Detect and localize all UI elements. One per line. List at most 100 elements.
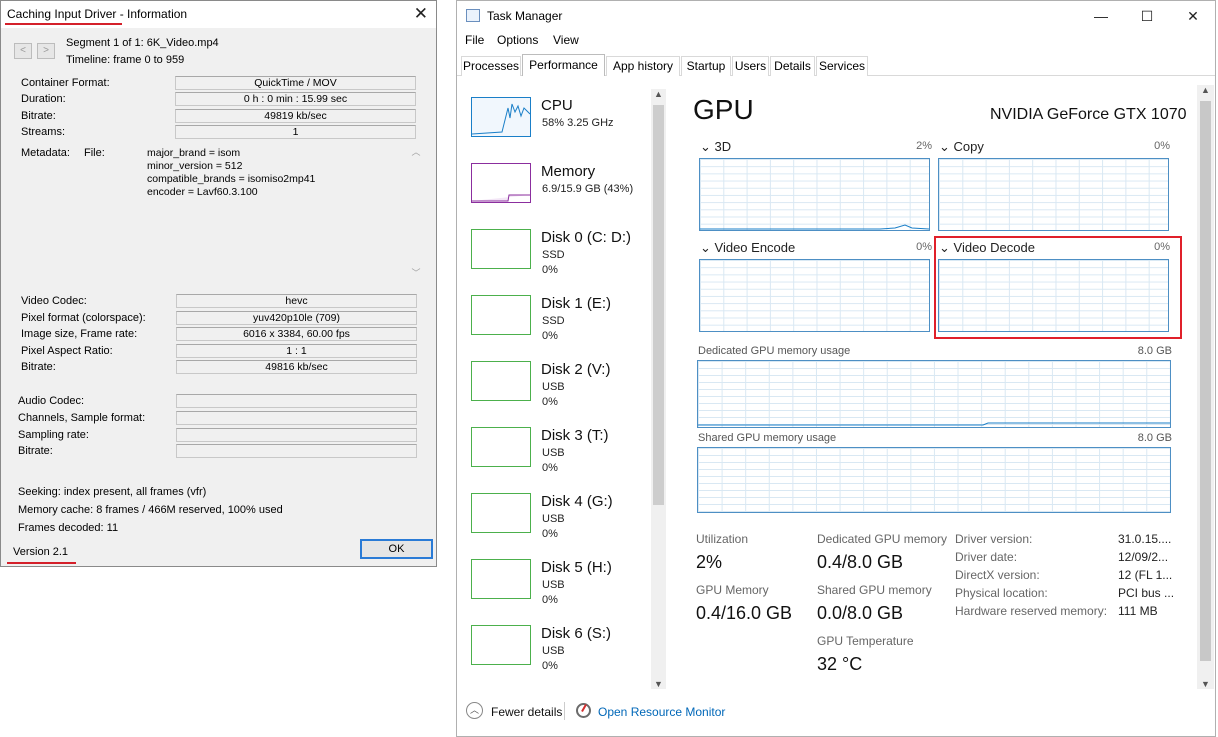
metadata-scrollbar[interactable]: ︿ ﹀ bbox=[409, 145, 423, 279]
video-label: Pixel format (colorspace): bbox=[21, 311, 146, 324]
frames-decoded-text: Frames decoded: 11 bbox=[18, 522, 119, 534]
sidebar-item-name: Disk 1 (E:) bbox=[541, 295, 612, 312]
sidebar-item[interactable]: Disk 3 (T:) USB 0% bbox=[471, 427, 661, 489]
info-key: DirectX version: bbox=[955, 568, 1040, 582]
version-text: Version 2.1 bbox=[13, 546, 69, 558]
scroll-down-icon[interactable]: ▼ bbox=[1197, 679, 1214, 689]
sidebar-item-sub2: 0% bbox=[542, 594, 558, 606]
sidebar-thumbnail bbox=[471, 625, 531, 665]
tab-services[interactable]: Services bbox=[816, 56, 868, 76]
menu-file[interactable]: File bbox=[465, 33, 484, 47]
close-icon[interactable]: ✕ bbox=[1170, 5, 1216, 27]
open-resource-monitor-link[interactable]: Open Resource Monitor bbox=[598, 705, 725, 719]
info-key: Physical location: bbox=[955, 586, 1048, 600]
video-label: Image size, Frame rate: bbox=[21, 328, 138, 340]
video-value: 6016 x 3384, 60.00 fps bbox=[176, 327, 417, 341]
audio-value bbox=[176, 444, 417, 459]
dedicated-label: Dedicated GPU memory bbox=[817, 532, 948, 546]
tab-startup[interactable]: Startup bbox=[681, 56, 731, 76]
shared-value: 0.0/8.0 GB bbox=[817, 603, 904, 623]
sidebar-item-name: Disk 4 (G:) bbox=[541, 493, 613, 510]
shared-mem-max: 8.0 GB bbox=[1137, 432, 1172, 444]
engine-3d-label[interactable]: ⌄ 3D bbox=[700, 139, 731, 155]
scroll-up-icon[interactable]: ︿ bbox=[409, 145, 423, 158]
sidebar-thumbnail bbox=[471, 493, 531, 533]
engine-3d-trace bbox=[700, 224, 929, 230]
sidebar-item[interactable]: Memory 6.9/15.9 GB (43%) bbox=[471, 163, 661, 225]
engine-copy-label[interactable]: ⌄ Copy bbox=[939, 139, 984, 155]
container-value: 49819 kb/sec bbox=[175, 108, 416, 123]
sidebar-item[interactable]: Disk 5 (H:) USB 0% bbox=[471, 559, 661, 621]
chevron-up-icon[interactable]: ︿ bbox=[466, 702, 483, 719]
metadata-line: minor_version = 512 bbox=[147, 160, 243, 172]
metadata-label: Metadata: bbox=[21, 147, 70, 159]
dialog-close-icon[interactable]: ✕ bbox=[414, 4, 428, 24]
video-value: hevc bbox=[176, 294, 417, 308]
sidebar-item-sub2: 0% bbox=[542, 660, 558, 672]
sidebar-item-name: Disk 2 (V:) bbox=[541, 361, 611, 378]
menu-options[interactable]: Options bbox=[497, 33, 538, 47]
container-value: QuickTime / MOV bbox=[175, 76, 416, 90]
sidebar-item-sub1: USB bbox=[542, 645, 565, 657]
audio-label: Audio Codec: bbox=[18, 395, 85, 407]
engine-3d-graph bbox=[699, 158, 930, 231]
sidebar-thumbnail bbox=[471, 229, 531, 269]
tab-details[interactable]: Details bbox=[770, 56, 815, 76]
scroll-up-icon[interactable]: ▲ bbox=[1197, 85, 1214, 95]
info-value: 31.0.15.... bbox=[1118, 532, 1172, 546]
engine-copy-graph bbox=[938, 158, 1169, 231]
tab-users[interactable]: Users bbox=[732, 56, 769, 76]
info-value: 12 (FL 1... bbox=[1118, 568, 1173, 582]
sidebar-item[interactable]: Disk 1 (E:) SSD 0% bbox=[471, 295, 661, 357]
sidebar-item[interactable]: Disk 6 (S:) USB 0% bbox=[471, 625, 661, 687]
video-value: yuv420p10le (709) bbox=[176, 310, 417, 325]
video-value: 1 : 1 bbox=[176, 343, 417, 358]
info-value: 111 MB bbox=[1118, 604, 1158, 618]
sidebar-item-name: Disk 6 (S:) bbox=[541, 625, 612, 642]
tab-app-history[interactable]: App history bbox=[606, 56, 680, 76]
sidebar-item[interactable]: Disk 4 (G:) USB 0% bbox=[471, 493, 661, 555]
info-key: Driver date: bbox=[955, 550, 1018, 564]
minimize-icon[interactable]: — bbox=[1078, 5, 1124, 27]
engine-copy-pct: 0% bbox=[1154, 140, 1170, 152]
scroll-down-icon[interactable]: ﹀ bbox=[409, 266, 423, 279]
engine-encode-label[interactable]: ⌄ Video Encode bbox=[700, 240, 795, 256]
sidebar-item[interactable]: CPU 58% 3.25 GHz bbox=[471, 97, 661, 159]
tab-processes[interactable]: Processes bbox=[461, 56, 521, 76]
sidebar-scroll-thumb[interactable] bbox=[653, 105, 664, 505]
container-label: Container Format: bbox=[21, 77, 110, 89]
resource-monitor-icon bbox=[576, 703, 591, 718]
sidebar-item-sub1: 6.9/15.9 GB (43%) bbox=[542, 183, 634, 195]
tab-performance[interactable]: Performance bbox=[522, 54, 605, 76]
divider bbox=[564, 702, 565, 720]
sidebar-item-sub1: USB bbox=[542, 447, 565, 459]
sidebar-thumbnail bbox=[471, 427, 531, 467]
metadata-line: major_brand = isom bbox=[147, 147, 241, 159]
tm-title-bar: Task Manager — ☐ ✕ bbox=[457, 1, 1215, 31]
engine-encode-name: Video Encode bbox=[714, 240, 796, 255]
menu-view[interactable]: View bbox=[553, 33, 579, 47]
sidebar-thumbnail bbox=[471, 361, 531, 401]
video-label: Bitrate: bbox=[21, 361, 56, 373]
task-manager-icon bbox=[466, 9, 480, 22]
dialog-title: Caching Input Driver - Information bbox=[7, 7, 188, 21]
sidebar-item-name: Disk 0 (C: D:) bbox=[541, 229, 631, 246]
container-value: 0 h : 0 min : 15.99 sec bbox=[175, 92, 416, 107]
prev-segment-button[interactable]: < bbox=[14, 43, 32, 59]
audio-value bbox=[176, 394, 417, 408]
scroll-down-icon[interactable]: ▼ bbox=[651, 679, 666, 689]
scroll-up-icon[interactable]: ▲ bbox=[651, 89, 666, 99]
fewer-details-link[interactable]: Fewer details bbox=[491, 705, 562, 719]
sidebar-scrollbar[interactable]: ▲ ▼ bbox=[651, 89, 666, 689]
sidebar-item[interactable]: Disk 0 (C: D:) SSD 0% bbox=[471, 229, 661, 291]
dedicated-mem-trace bbox=[698, 422, 1170, 426]
main-scroll-thumb[interactable] bbox=[1200, 101, 1211, 661]
next-segment-button[interactable]: > bbox=[37, 43, 55, 59]
ok-button[interactable]: OK bbox=[360, 539, 433, 559]
task-manager-window: Task Manager — ☐ ✕ File Options View Pro… bbox=[456, 0, 1216, 737]
sidebar-item[interactable]: Disk 2 (V:) USB 0% bbox=[471, 361, 661, 423]
maximize-icon[interactable]: ☐ bbox=[1124, 5, 1170, 27]
video-label: Video Codec: bbox=[21, 295, 87, 307]
shared-label: Shared GPU memory bbox=[817, 583, 932, 597]
main-scrollbar[interactable]: ▲ ▼ bbox=[1197, 85, 1214, 689]
